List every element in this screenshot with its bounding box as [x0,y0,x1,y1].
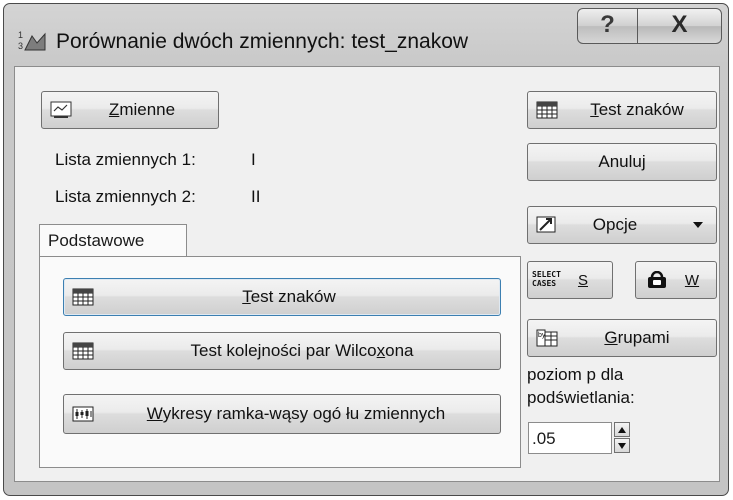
boxplot-label: ykresy ramka-wąsy ogó łu zmiennych [162,404,446,423]
var-list-1-value: I [251,150,256,169]
help-icon: ? [600,11,615,38]
wilcoxon-label-post: ona [385,341,414,360]
variables-button[interactable]: Zmienne [41,91,219,129]
by-groups-label: rupami [617,328,670,347]
spreadsheet-icon [536,101,558,119]
chevron-up-icon [618,427,626,433]
p-level-input[interactable]: .05 [528,422,612,454]
groups-icon: by [536,329,558,347]
options-dropdown-button[interactable]: Opcje [527,206,717,244]
select-cases-line1: SELECT [532,270,561,279]
title-bar[interactable]: 1 3 Porównanie dwóch zmiennych: test_zna… [4,4,728,66]
run-sign-test-label: est znaków [598,100,684,119]
var-list-2-label: Lista zmiennych 2: [55,187,196,206]
spin-down-button[interactable] [614,438,630,453]
window-title: Porównanie dwóch zmiennych: test_znakow [56,30,469,53]
spreadsheet-icon [72,342,94,360]
p-level-label-line1: poziom p dla [527,365,624,384]
close-icon: X [671,11,688,38]
chevron-down-icon [618,443,626,449]
cancel-label: Anuluj [598,152,646,171]
sign-test-label: est znaków [250,287,336,306]
spin-up-button[interactable] [614,422,630,437]
p-level-label-line2: podświetlania: [527,388,635,407]
boxplot-button[interactable]: Wykresy ramka-wąsy ogó łu zmiennych [63,394,501,434]
weight-icon [648,271,666,288]
dialog-window: 1 3 Porównanie dwóch zmiennych: test_zna… [3,3,729,496]
boxplot-icon [72,406,94,422]
svg-text:3: 3 [18,41,23,51]
var-list-1-label: Lista zmiennych 1: [55,150,196,169]
svg-text:1: 1 [18,30,23,40]
help-button[interactable]: ? [577,8,638,44]
options-wand-icon [536,216,556,233]
sign-test-button[interactable]: Test znaków [63,278,501,316]
boxplot-mnemonic: W [146,404,163,423]
dialog-body: Zmienne Lista zmiennych 1: I Lista zmien… [14,66,720,482]
variables-mnemonic: Z [108,100,120,119]
by-groups-mnemonic: G [604,328,618,347]
select-cases-icon: SELECT CASES [532,270,561,288]
wilcoxon-mnemonic: x [376,341,386,360]
by-groups-button[interactable]: by Grupami [527,319,717,357]
spreadsheet-icon [72,288,94,306]
chart-app-icon: 1 3 [18,30,46,51]
var-list-2-value: II [251,187,261,206]
cancel-button[interactable]: Anuluj [527,143,717,181]
close-button[interactable]: X [637,8,722,44]
tab-podstawowe[interactable]: Podstawowe [39,224,187,257]
run-sign-test-mnemonic: T [590,100,599,119]
wilcoxon-label-pre: Test kolejności par Wilco [190,341,377,360]
run-sign-test-button[interactable]: Test znaków [527,91,717,129]
p-level-spinner [614,422,630,454]
wilcoxon-test-button[interactable]: Test kolejności par Wilcoxona [63,332,501,370]
select-cases-line2: CASES [532,279,557,288]
sign-test-mnemonic: T [242,287,251,306]
weight-button[interactable]: W [635,261,717,299]
variables-icon [50,101,72,118]
select-cases-button[interactable]: SELECT CASES S [527,261,613,299]
variables-label: mienne [119,100,176,119]
chevron-down-icon [693,222,703,228]
